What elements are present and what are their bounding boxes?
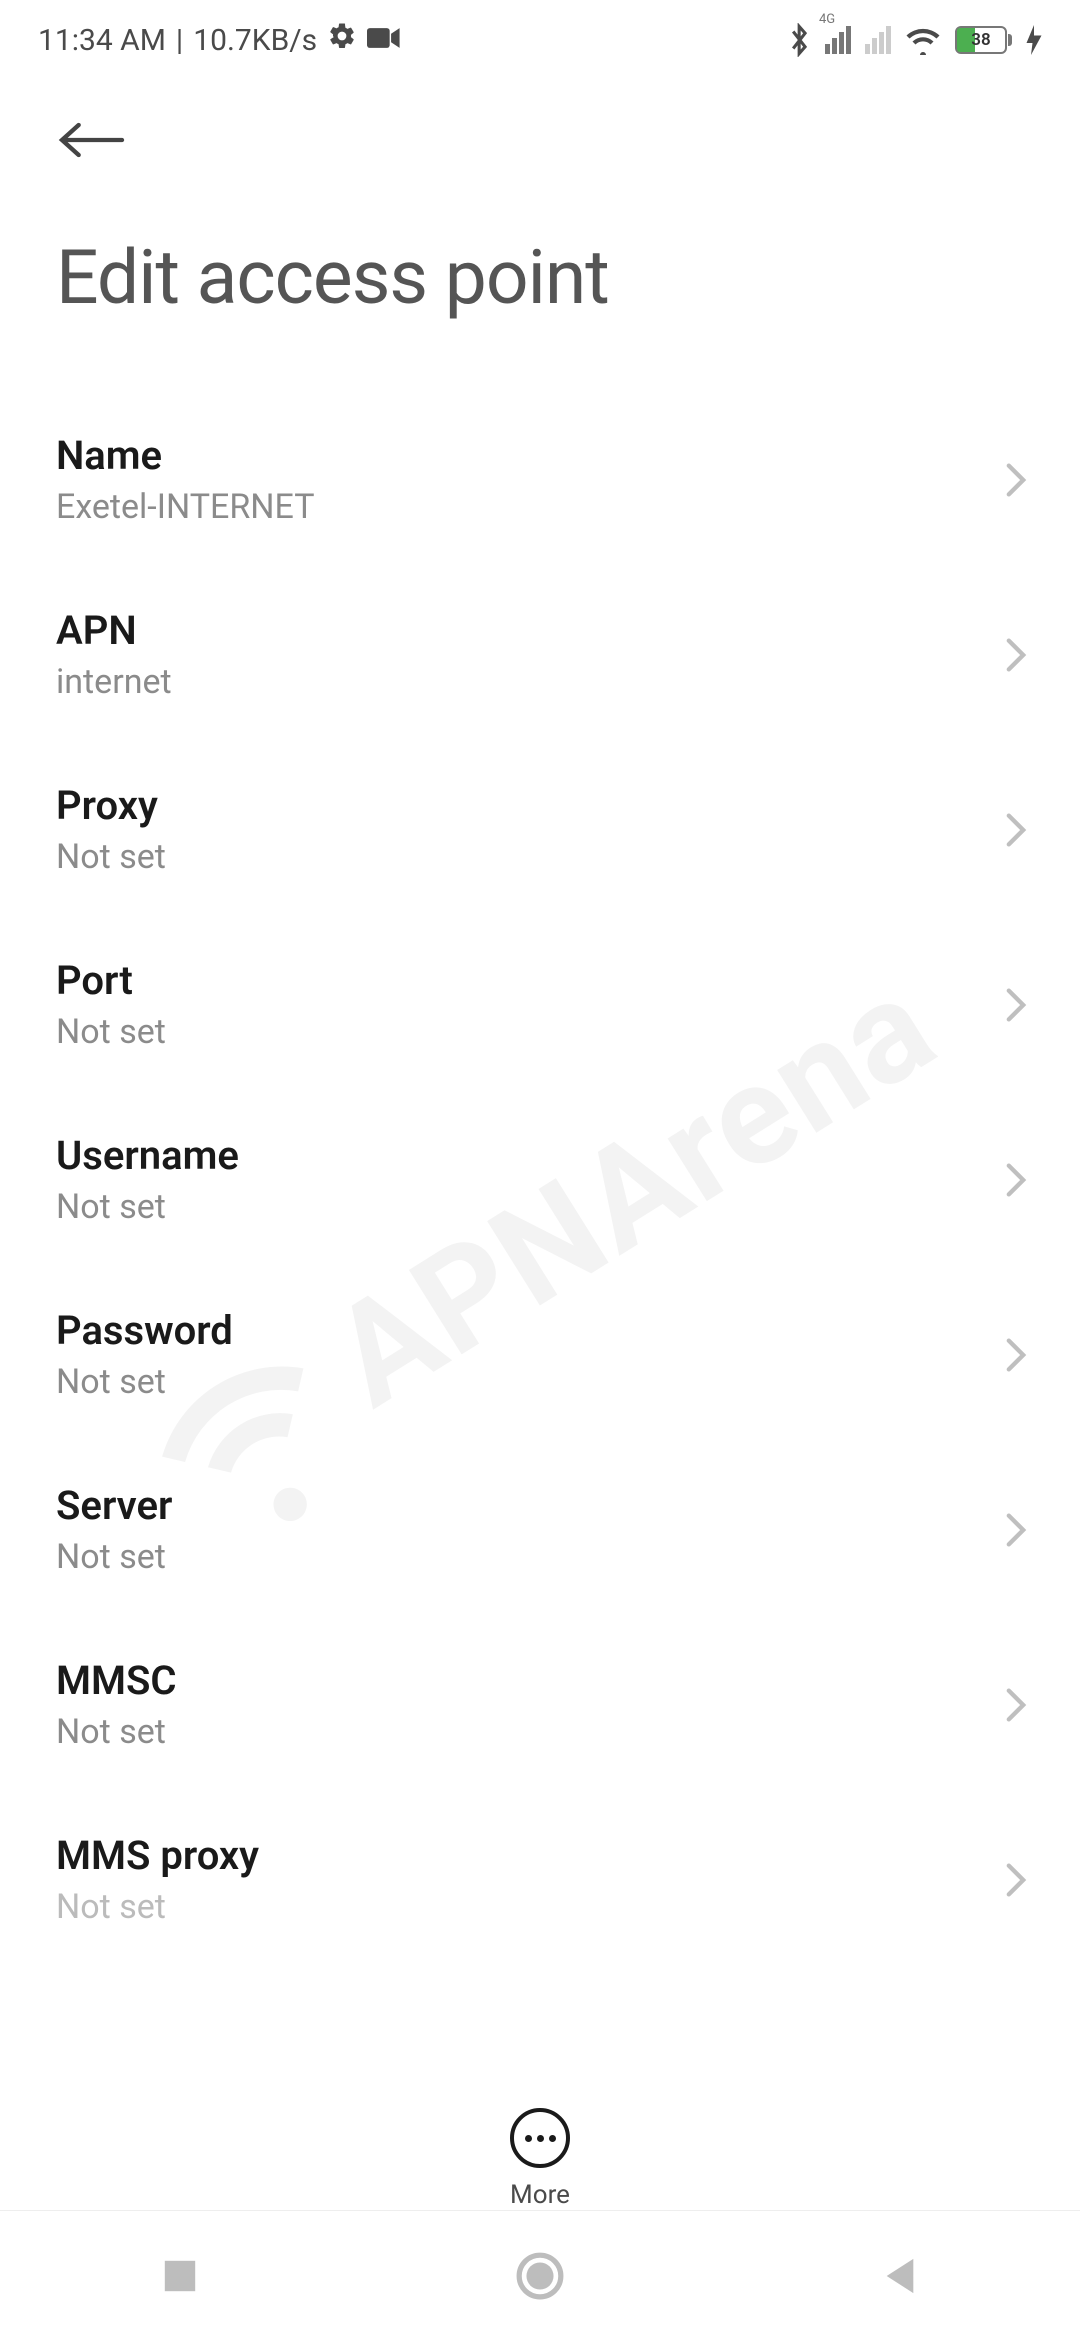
row-value: Exetel-INTERNET (56, 487, 1002, 527)
row-value: Not set (56, 1712, 1002, 1752)
row-mmsc[interactable]: MMSC Not set (56, 1617, 1038, 1792)
signal-label: 4G (819, 12, 835, 27)
row-label: MMS proxy (56, 1832, 1002, 1879)
chevron-right-icon (1002, 810, 1030, 850)
header: Edit access point (0, 80, 1080, 322)
row-value: Not set (56, 1187, 1002, 1227)
wifi-icon (905, 25, 941, 55)
row-server[interactable]: Server Not set (56, 1442, 1038, 1617)
more-button[interactable] (510, 2108, 570, 2168)
chevron-right-icon (1002, 1860, 1030, 1900)
nav-back-button[interactable] (872, 2248, 928, 2304)
status-left: 11:34 AM | 10.7KB/s (38, 21, 401, 59)
status-time: 11:34 AM (38, 23, 166, 58)
status-divider: | (176, 23, 183, 58)
bottom-action-bar: More (0, 2088, 1080, 2210)
bluetooth-icon (789, 23, 811, 57)
row-apn[interactable]: APN internet (56, 567, 1038, 742)
back-button[interactable] (56, 116, 130, 164)
battery-icon: 38 (955, 26, 1012, 54)
row-label: MMSC (56, 1657, 1002, 1704)
page-title: Edit access point (56, 234, 1024, 322)
battery-percent: 38 (957, 30, 1005, 50)
row-password[interactable]: Password Not set (56, 1267, 1038, 1442)
row-label: Server (56, 1482, 1002, 1529)
nav-home-button[interactable] (512, 2248, 568, 2304)
row-username[interactable]: Username Not set (56, 1092, 1038, 1267)
row-value: Not set (56, 1887, 1002, 1927)
signal-4g-icon: 4G (825, 26, 851, 54)
row-value: Not set (56, 1537, 1002, 1577)
row-port[interactable]: Port Not set (56, 917, 1038, 1092)
camera-icon (367, 23, 401, 58)
row-label: Proxy (56, 782, 1002, 829)
status-right: 4G 38 (789, 23, 1042, 57)
chevron-right-icon (1002, 1160, 1030, 1200)
row-value: Not set (56, 1012, 1002, 1052)
row-label: Username (56, 1132, 1002, 1179)
chevron-right-icon (1002, 1510, 1030, 1550)
charging-icon (1026, 25, 1042, 55)
row-label: Port (56, 957, 1002, 1004)
row-mms-proxy[interactable]: MMS proxy Not set (56, 1792, 1038, 1967)
status-speed: 10.7KB/s (193, 23, 317, 58)
row-label: Name (56, 432, 1002, 479)
more-label: More (510, 2180, 570, 2210)
row-label: APN (56, 607, 1002, 654)
nav-recent-button[interactable] (152, 2248, 208, 2304)
row-name[interactable]: Name Exetel-INTERNET (56, 392, 1038, 567)
row-value: Not set (56, 837, 1002, 877)
chevron-right-icon (1002, 1685, 1030, 1725)
chevron-right-icon (1002, 1335, 1030, 1375)
chevron-right-icon (1002, 985, 1030, 1025)
row-proxy[interactable]: Proxy Not set (56, 742, 1038, 917)
gear-icon (327, 21, 357, 59)
row-value: Not set (56, 1362, 1002, 1402)
chevron-right-icon (1002, 635, 1030, 675)
settings-list: Name Exetel-INTERNET APN internet Proxy … (0, 322, 1080, 1967)
signal-none-icon (865, 26, 891, 54)
status-bar: 11:34 AM | 10.7KB/s 4G (0, 0, 1080, 80)
nav-bar (0, 2210, 1080, 2340)
chevron-right-icon (1002, 460, 1030, 500)
row-label: Password (56, 1307, 1002, 1354)
row-value: internet (56, 662, 1002, 702)
